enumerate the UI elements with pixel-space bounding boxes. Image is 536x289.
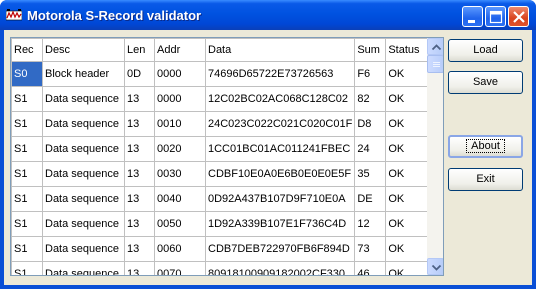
cell-len[interactable]: 13 xyxy=(124,86,155,112)
table-row[interactable]: S1 Data sequence 13 0030 CDBF10E0A0E6B0E… xyxy=(11,161,440,187)
cell-len[interactable]: 13 xyxy=(124,186,155,212)
close-button[interactable] xyxy=(508,6,529,27)
cell-desc[interactable]: Data sequence xyxy=(42,186,125,212)
table-row[interactable]: S1 Data sequence 13 0000 12C02BC02AC068C… xyxy=(11,86,440,112)
cell-sum[interactable]: DE xyxy=(354,186,387,212)
cell-rec[interactable]: S1 xyxy=(11,136,43,162)
cell-desc[interactable]: Data sequence xyxy=(42,236,125,262)
cell-sum[interactable]: 12 xyxy=(354,211,387,237)
cell-len[interactable]: 13 xyxy=(124,161,155,187)
column-header-data[interactable]: Data xyxy=(204,38,356,62)
srecord-grid[interactable]: Rec Desc Len Addr Data Sum Status S0 Blo… xyxy=(10,37,444,276)
cell-len[interactable]: 0D xyxy=(124,61,155,87)
save-button[interactable]: Save xyxy=(448,71,523,94)
cell-len[interactable]: 13 xyxy=(124,261,155,275)
scroll-up-button[interactable] xyxy=(427,38,443,55)
cell-desc[interactable]: Data sequence xyxy=(42,136,125,162)
cell-len[interactable]: 13 xyxy=(124,236,155,262)
column-header-sum[interactable]: Sum xyxy=(354,38,387,62)
records-table: Rec Desc Len Addr Data Sum Status S0 Blo… xyxy=(11,38,440,275)
window-title: Motorola S-Record validator xyxy=(27,8,202,23)
cell-desc[interactable]: Data sequence xyxy=(42,86,125,112)
cell-data[interactable]: 24C023C022C021C020C01F xyxy=(204,111,356,137)
about-button-label: About xyxy=(466,139,505,153)
chevron-down-icon xyxy=(431,264,442,271)
cell-rec[interactable]: S1 xyxy=(11,211,43,237)
cell-desc[interactable]: Data sequence xyxy=(42,211,125,237)
table-row[interactable]: S0 Block header 0D 0000 74696D65722E7372… xyxy=(11,61,440,87)
maximize-icon xyxy=(489,10,503,24)
cell-rec[interactable]: S1 xyxy=(11,161,43,187)
cell-data[interactable]: 1CC01BC01AC011241FBEC xyxy=(204,136,356,162)
table-row[interactable]: S1 Data sequence 13 0070 809181009091820… xyxy=(11,261,440,275)
cell-rec[interactable]: S0 xyxy=(11,61,43,87)
cell-addr[interactable]: 0020 xyxy=(154,136,206,162)
about-button[interactable]: About xyxy=(448,135,523,158)
cell-addr[interactable]: 0060 xyxy=(154,236,206,262)
client-area: Rec Desc Len Addr Data Sum Status S0 Blo… xyxy=(4,30,532,285)
scroll-down-button[interactable] xyxy=(427,258,443,275)
column-header-desc[interactable]: Desc xyxy=(42,38,125,62)
cell-sum[interactable]: D8 xyxy=(354,111,387,137)
cell-len[interactable]: 13 xyxy=(124,111,155,137)
cell-data[interactable]: CDB7DEB722970FB6F894D xyxy=(204,236,356,262)
cell-addr[interactable]: 0030 xyxy=(154,161,206,187)
cell-data[interactable]: 12C02BC02AC068C128C02 xyxy=(204,86,356,112)
header-row: Rec Desc Len Addr Data Sum Status xyxy=(11,38,440,62)
cell-sum[interactable]: F6 xyxy=(354,61,387,87)
cell-desc[interactable]: Data sequence xyxy=(42,161,125,187)
cell-data[interactable]: 80918100909182002CF330 xyxy=(204,261,356,275)
cell-addr[interactable]: 0040 xyxy=(154,186,206,212)
grip-icon xyxy=(433,62,440,67)
cell-data[interactable]: 0D92A437B107D9F710E0A xyxy=(204,186,356,212)
vertical-scrollbar[interactable] xyxy=(427,38,443,275)
cell-len[interactable]: 13 xyxy=(124,136,155,162)
scroll-thumb[interactable] xyxy=(427,55,443,73)
cell-sum[interactable]: 35 xyxy=(354,161,387,187)
cell-desc[interactable]: Data sequence xyxy=(42,111,125,137)
app-window: Motorola S-Record validator Rec Desc Len xyxy=(0,0,536,289)
table-row[interactable]: S1 Data sequence 13 0010 24C023C022C021C… xyxy=(11,111,440,137)
load-button[interactable]: Load xyxy=(448,39,523,62)
cell-data[interactable]: CDBF10E0A0E6B0E0E0E5F xyxy=(204,161,356,187)
cell-addr[interactable]: 0050 xyxy=(154,211,206,237)
cell-sum[interactable]: 24 xyxy=(354,136,387,162)
cell-desc[interactable]: Block header xyxy=(42,61,125,87)
chevron-up-icon xyxy=(431,44,442,51)
table-row[interactable]: S1 Data sequence 13 0040 0D92A437B107D9F… xyxy=(11,186,440,212)
exit-button[interactable]: Exit xyxy=(448,168,523,191)
cell-len[interactable]: 13 xyxy=(124,211,155,237)
cell-data[interactable]: 74696D65722E73726563 xyxy=(204,61,356,87)
close-icon xyxy=(513,11,525,23)
app-logo-icon xyxy=(5,8,23,22)
cell-rec[interactable]: S1 xyxy=(11,261,43,275)
cell-rec[interactable]: S1 xyxy=(11,111,43,137)
cell-rec[interactable]: S1 xyxy=(11,186,43,212)
minimize-button[interactable] xyxy=(462,6,483,27)
cell-addr[interactable]: 0000 xyxy=(154,61,206,87)
cell-sum[interactable]: 82 xyxy=(354,86,387,112)
column-header-len[interactable]: Len xyxy=(124,38,155,62)
minimize-icon xyxy=(468,20,475,23)
table-row[interactable]: S1 Data sequence 13 0060 CDB7DEB722970FB… xyxy=(11,236,440,262)
column-header-addr[interactable]: Addr xyxy=(154,38,206,62)
table-row[interactable]: S1 Data sequence 13 0020 1CC01BC01AC0112… xyxy=(11,136,440,162)
cell-addr[interactable]: 0010 xyxy=(154,111,206,137)
title-bar[interactable]: Motorola S-Record validator xyxy=(0,0,536,30)
maximize-button[interactable] xyxy=(485,6,506,27)
cell-sum[interactable]: 73 xyxy=(354,236,387,262)
cell-rec[interactable]: S1 xyxy=(11,236,43,262)
table-row[interactable]: S1 Data sequence 13 0050 1D92A339B107E1F… xyxy=(11,211,440,237)
cell-sum[interactable]: 46 xyxy=(354,261,387,275)
cell-desc[interactable]: Data sequence xyxy=(42,261,125,275)
cell-rec[interactable]: S1 xyxy=(11,86,43,112)
cell-data[interactable]: 1D92A339B107E1F736C4D xyxy=(204,211,356,237)
column-header-rec[interactable]: Rec xyxy=(11,38,43,62)
cell-addr[interactable]: 0000 xyxy=(154,86,206,112)
cell-addr[interactable]: 0070 xyxy=(154,261,206,275)
